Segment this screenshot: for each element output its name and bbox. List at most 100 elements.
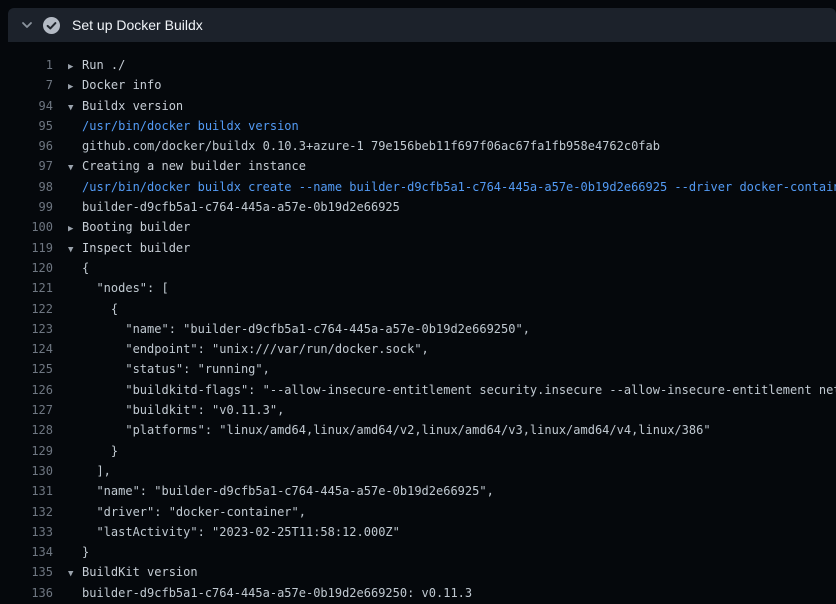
log-row: 99 builder-d9cfb5a1-c764-445a-a57e-0b19d2… (0, 197, 836, 217)
log-output-text: "name": "builder-d9cfb5a1-c764-445a-a57e… (68, 481, 494, 501)
log-row: 130 ], (0, 461, 836, 481)
triangle-right-icon[interactable]: ▶ (68, 57, 82, 75)
log-row: 120 { (0, 258, 836, 278)
log-output-text: builder-d9cfb5a1-c764-445a-a57e-0b19d2e6… (68, 583, 472, 603)
log-row: 7 ▶Docker info (0, 75, 836, 95)
log-output-text: "lastActivity": "2023-02-25T11:58:12.000… (68, 522, 400, 542)
log-group-title[interactable]: Booting builder (82, 220, 190, 234)
log-output-text: } (68, 441, 118, 461)
line-number[interactable]: 132 (0, 502, 53, 522)
log-row: 129 } (0, 441, 836, 461)
log-group-row[interactable]: ▼BuildKit version (68, 562, 198, 582)
log-output-text: "status": "running", (68, 359, 270, 379)
log-output-text: "buildkitd-flags": "--allow-insecure-ent… (68, 380, 836, 400)
line-number[interactable]: 95 (0, 116, 53, 136)
line-number[interactable]: 122 (0, 299, 53, 319)
log-output-text: "driver": "docker-container", (68, 502, 306, 522)
line-number[interactable]: 133 (0, 522, 53, 542)
log-command-text: /usr/bin/docker buildx create --name bui… (68, 177, 836, 197)
log-area: 1▶Run ./7▶Docker info94▼Buildx version95… (0, 42, 836, 604)
line-number[interactable]: 94 (0, 96, 53, 116)
log-output-text: "name": "builder-d9cfb5a1-c764-445a-a57e… (68, 319, 530, 339)
line-number[interactable]: 1 (0, 55, 53, 75)
log-row: 125 "status": "running", (0, 359, 836, 379)
triangle-down-icon[interactable]: ▼ (68, 564, 82, 582)
log-command-text: /usr/bin/docker buildx version (68, 116, 299, 136)
line-number[interactable]: 130 (0, 461, 53, 481)
log-row: 94 ▼Buildx version (0, 96, 836, 116)
line-number[interactable]: 96 (0, 136, 53, 156)
log-output-text: builder-d9cfb5a1-c764-445a-a57e-0b19d2e6… (68, 197, 400, 217)
log-output-text: { (68, 299, 118, 319)
log-row: 127 "buildkit": "v0.11.3", (0, 400, 836, 420)
line-number[interactable]: 99 (0, 197, 53, 217)
log-group-title[interactable]: Creating a new builder instance (82, 159, 306, 173)
check-circle-icon (43, 17, 60, 34)
log-output-text: "nodes": [ (68, 278, 169, 298)
log-row: 126 "buildkitd-flags": "--allow-insecure… (0, 380, 836, 400)
log-row: 98/usr/bin/docker buildx create --name b… (0, 177, 836, 197)
log-group-row[interactable]: ▼Buildx version (68, 96, 183, 116)
line-number[interactable]: 124 (0, 339, 53, 359)
log-row: 131 "name": "builder-d9cfb5a1-c764-445a-… (0, 481, 836, 501)
line-number[interactable]: 125 (0, 359, 53, 379)
line-number[interactable]: 121 (0, 278, 53, 298)
log-output-text: { (68, 258, 89, 278)
log-row: 97 ▼Creating a new builder instance (0, 156, 836, 176)
triangle-down-icon[interactable]: ▼ (68, 240, 82, 258)
line-number[interactable]: 100 (0, 217, 53, 237)
log-row: 134} (0, 542, 836, 562)
log-group-title[interactable]: Run ./ (82, 58, 125, 72)
log-row: 100 ▶Booting builder (0, 217, 836, 237)
log-group-row[interactable]: ▼Creating a new builder instance (68, 156, 306, 176)
log-group-title[interactable]: Inspect builder (82, 241, 190, 255)
log-row: 133 "lastActivity": "2023-02-25T11:58:12… (0, 522, 836, 542)
log-row: 128 "platforms": "linux/amd64,linux/amd6… (0, 420, 836, 440)
line-number[interactable]: 128 (0, 420, 53, 440)
log-output-text: "platforms": "linux/amd64,linux/amd64/v2… (68, 420, 711, 440)
line-number[interactable]: 126 (0, 380, 53, 400)
line-number[interactable]: 120 (0, 258, 53, 278)
line-number[interactable]: 131 (0, 481, 53, 501)
line-number[interactable]: 129 (0, 441, 53, 461)
log-row: 121 "nodes": [ (0, 278, 836, 298)
log-output-text: "endpoint": "unix:///var/run/docker.sock… (68, 339, 429, 359)
log-row: 124 "endpoint": "unix:///var/run/docker.… (0, 339, 836, 359)
line-number[interactable]: 7 (0, 75, 53, 95)
line-number[interactable]: 135 (0, 562, 53, 582)
log-group-row[interactable]: ▶Docker info (68, 75, 161, 95)
log-group-row[interactable]: ▼Inspect builder (68, 238, 190, 258)
line-number[interactable]: 123 (0, 319, 53, 339)
log-row: 135 ▼BuildKit version (0, 562, 836, 582)
log-output-text: github.com/docker/buildx 0.10.3+azure-1 … (68, 136, 660, 156)
log-row: 96 github.com/docker/buildx 0.10.3+azure-… (0, 136, 836, 156)
log-row: 136 builder-d9cfb5a1-c764-445a-a57e-0b19d… (0, 583, 836, 603)
log-group-title[interactable]: Docker info (82, 78, 161, 92)
log-group-title[interactable]: BuildKit version (82, 565, 198, 579)
log-output-text: } (68, 542, 89, 562)
triangle-down-icon[interactable]: ▼ (68, 98, 82, 116)
log-row: 119 ▼Inspect builder (0, 238, 836, 258)
line-number[interactable]: 119 (0, 238, 53, 258)
chevron-down-icon[interactable] (15, 13, 39, 37)
step-title: Set up Docker Buildx (72, 17, 203, 33)
log-row: 95/usr/bin/docker buildx version (0, 116, 836, 136)
triangle-right-icon[interactable]: ▶ (68, 77, 82, 95)
log-output-text: ], (68, 461, 111, 481)
line-number[interactable]: 97 (0, 156, 53, 176)
log-output-text: "buildkit": "v0.11.3", (68, 400, 284, 420)
log-row: 122 { (0, 299, 836, 319)
line-number[interactable]: 134 (0, 542, 53, 562)
triangle-down-icon[interactable]: ▼ (68, 158, 82, 176)
log-row: 1 ▶Run ./ (0, 55, 836, 75)
log-group-title[interactable]: Buildx version (82, 99, 183, 113)
line-number[interactable]: 136 (0, 583, 53, 603)
line-number[interactable]: 98 (0, 177, 53, 197)
log-group-row[interactable]: ▶Booting builder (68, 217, 190, 237)
triangle-right-icon[interactable]: ▶ (68, 219, 82, 237)
line-number[interactable]: 127 (0, 400, 53, 420)
log-row: 123 "name": "builder-d9cfb5a1-c764-445a-… (0, 319, 836, 339)
log-group-row[interactable]: ▶Run ./ (68, 55, 125, 75)
step-header[interactable]: Set up Docker Buildx (8, 8, 836, 42)
log-row: 132 "driver": "docker-container", (0, 502, 836, 522)
